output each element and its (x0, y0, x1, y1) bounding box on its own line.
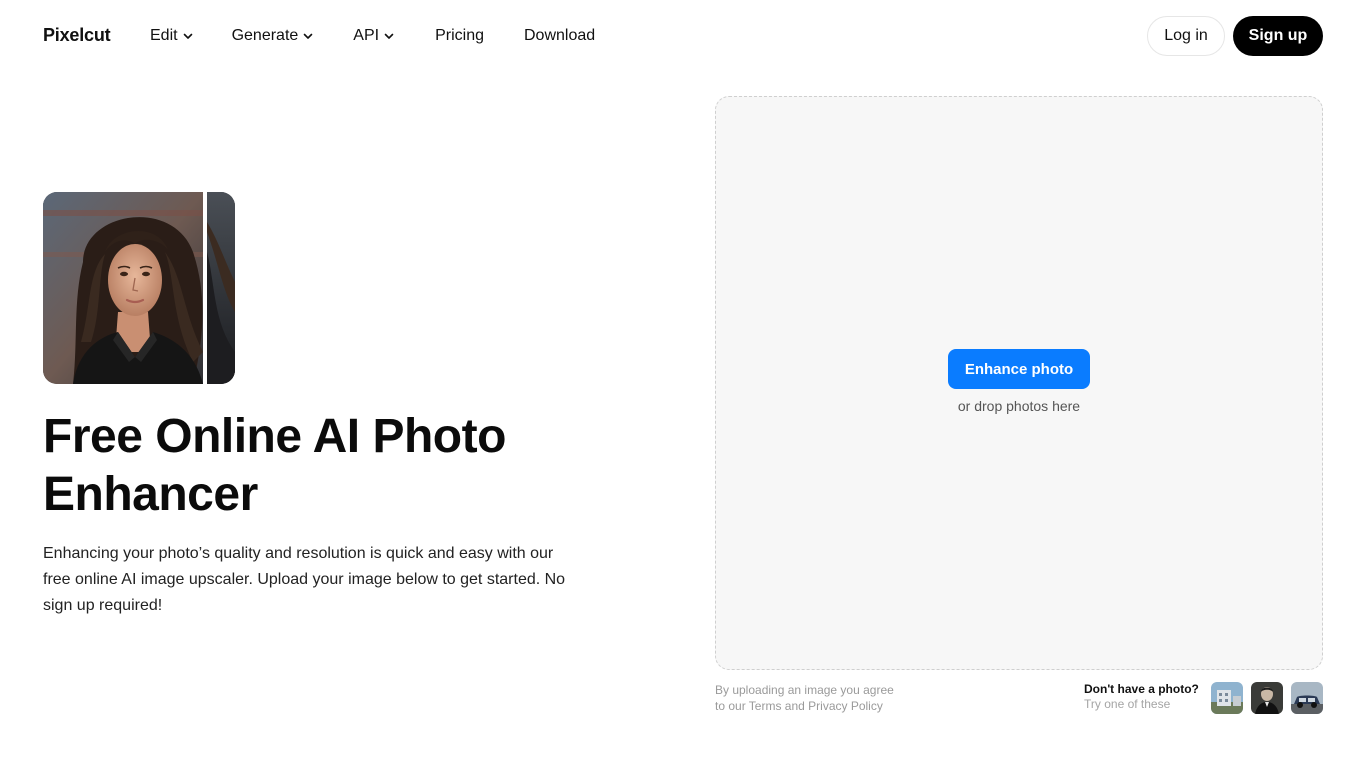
building-thumbnail-icon (1211, 682, 1243, 714)
pixelcut-logo[interactable]: Pixelcut (43, 25, 111, 46)
portrait-illustration (43, 192, 235, 384)
signup-button[interactable]: Sign up (1233, 16, 1323, 56)
nav-edit[interactable]: Edit (150, 26, 194, 46)
sample-photo-car[interactable] (1291, 682, 1323, 714)
chevron-down-icon (384, 33, 394, 39)
car-thumbnail-icon (1291, 682, 1323, 714)
nav-download-label: Download (524, 27, 596, 44)
drop-hint: or drop photos here (957, 398, 1081, 414)
site-header: Pixelcut Edit Generate API Pricing Downl… (0, 0, 1366, 72)
portrait-thumbnail-icon (1251, 682, 1283, 714)
main-nav: Edit Generate API Pricing Download (150, 26, 635, 46)
nav-download[interactable]: Download (524, 26, 595, 46)
page-title: Free Online AI Photo Enhancer (43, 410, 506, 521)
terms-notice: By uploading an image you agree to our T… (715, 682, 975, 714)
sample-photo-portrait[interactable] (1251, 682, 1283, 714)
enhance-photo-button[interactable]: Enhance photo (948, 349, 1090, 389)
terms-line-1: By uploading an image you agree (715, 683, 894, 697)
terms-line-2[interactable]: to our Terms and Privacy Policy (715, 698, 975, 714)
nav-edit-label: Edit (150, 27, 178, 44)
sample-subtitle: Try one of these (1084, 697, 1171, 711)
nav-generate-label: Generate (231, 27, 299, 44)
nav-generate[interactable]: Generate (232, 26, 315, 46)
before-after-portrait-image (43, 192, 235, 384)
sample-title: Don't have a photo? (1084, 682, 1199, 696)
login-button[interactable]: Log in (1147, 16, 1225, 56)
nav-pricing[interactable]: Pricing (435, 26, 484, 46)
nav-pricing-label: Pricing (435, 27, 484, 44)
sample-photo-building[interactable] (1211, 682, 1243, 714)
nav-api[interactable]: API (353, 26, 395, 46)
nav-api-label: API (353, 27, 380, 44)
chevron-down-icon (303, 33, 313, 39)
chevron-down-icon (183, 33, 192, 39)
hero-description: Enhancing your photo’s quality and resol… (43, 545, 566, 614)
